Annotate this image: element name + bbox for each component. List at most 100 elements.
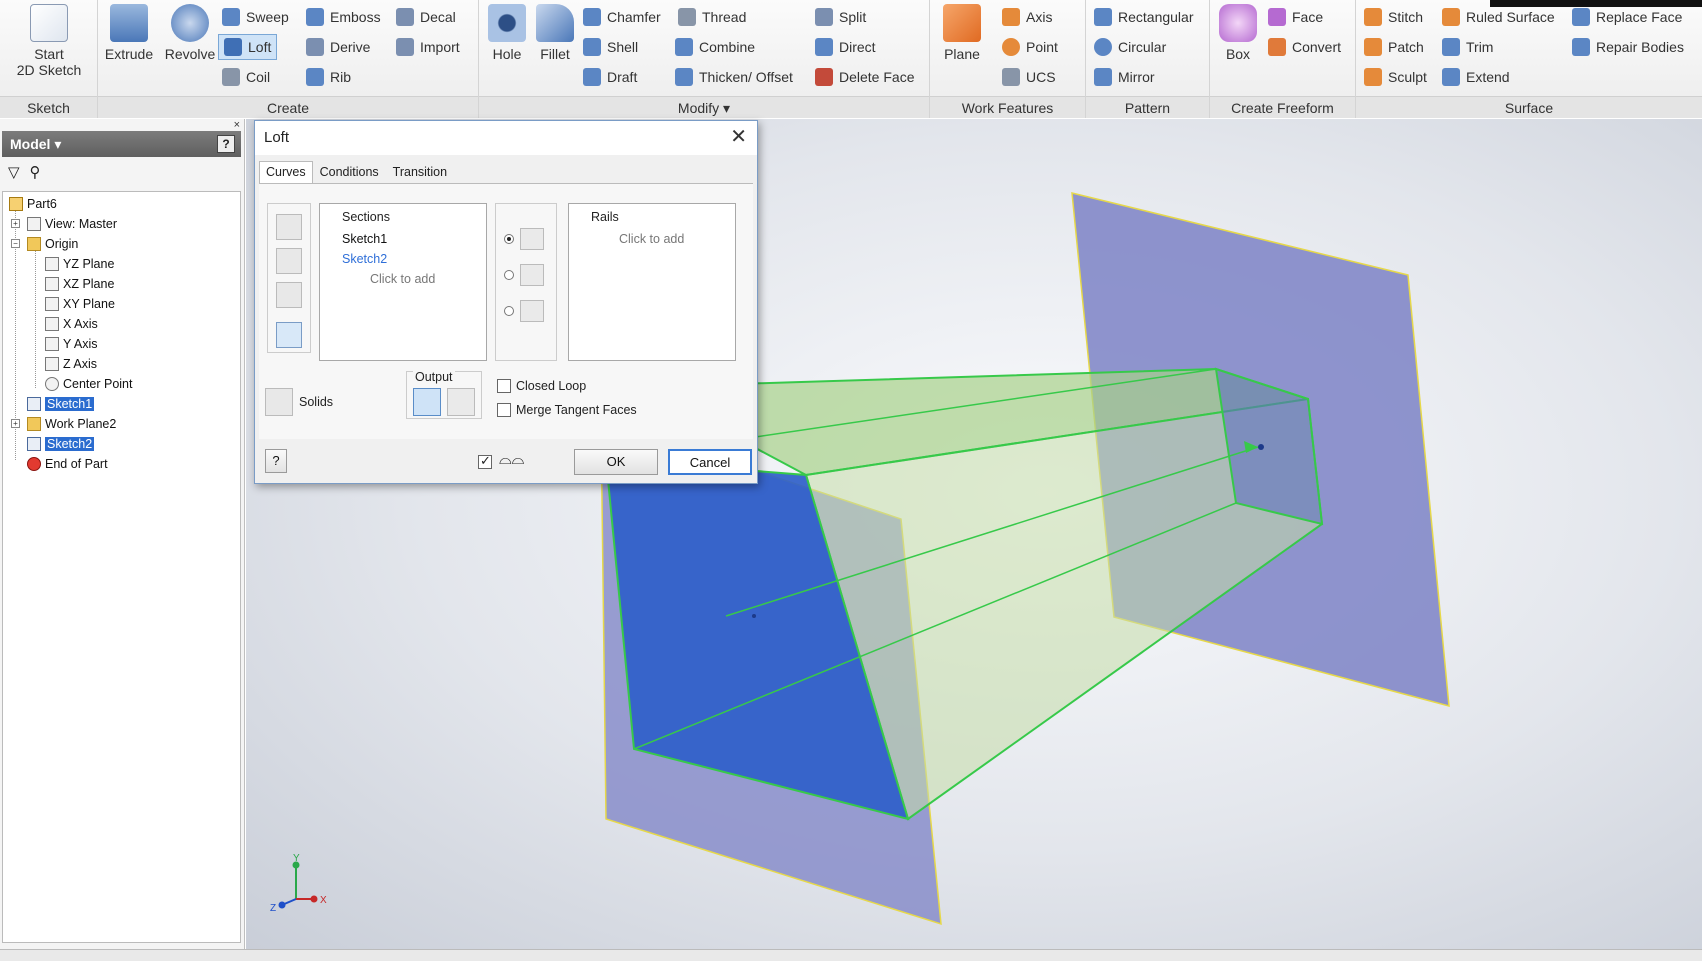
- sweep-button[interactable]: Sweep: [222, 4, 289, 30]
- tree-node-sketch2[interactable]: Sketch2: [27, 434, 95, 453]
- tree-node-part[interactable]: Part6: [9, 194, 57, 213]
- tree-node-view-master[interactable]: View: Master: [27, 214, 117, 233]
- hole-button[interactable]: Hole: [485, 4, 529, 62]
- browser-help-icon[interactable]: ?: [217, 135, 235, 153]
- rails-radio[interactable]: [504, 234, 514, 244]
- tab-conditions[interactable]: Conditions: [313, 161, 386, 183]
- tree-node-sketch1[interactable]: Sketch1: [27, 394, 95, 413]
- centroid-point: [1258, 444, 1264, 450]
- revolve-button[interactable]: Revolve: [160, 4, 220, 62]
- draft-button[interactable]: Draft: [583, 64, 637, 90]
- tree-node-z-axis[interactable]: Z Axis: [45, 354, 97, 373]
- box-button[interactable]: Box: [1216, 4, 1260, 62]
- trim-button[interactable]: Trim: [1442, 34, 1493, 60]
- tree-node-y-axis[interactable]: Y Axis: [45, 334, 98, 353]
- cancel-button[interactable]: Cancel: [668, 449, 752, 475]
- thicken-offset-button[interactable]: Thicken/ Offset: [675, 64, 793, 90]
- rails-click-to-add[interactable]: Click to add: [619, 232, 684, 246]
- start-2d-sketch-button[interactable]: Start 2D Sketch: [8, 4, 90, 78]
- group-label-modify[interactable]: Modify ▾: [479, 96, 929, 118]
- combine-button[interactable]: Combine: [675, 34, 755, 60]
- axis-button[interactable]: Axis: [1002, 4, 1052, 30]
- plane-icon: [45, 276, 59, 291]
- output-solid-icon[interactable]: [413, 388, 441, 416]
- tree-node-origin[interactable]: Origin: [27, 234, 78, 253]
- output-label: Output: [413, 370, 455, 384]
- point-button[interactable]: Point: [1002, 34, 1058, 60]
- fillet-button[interactable]: Fillet: [533, 4, 577, 62]
- face-button[interactable]: Face: [1268, 4, 1323, 30]
- draft-icon: [583, 68, 601, 86]
- tab-transition[interactable]: Transition: [386, 161, 454, 183]
- extend-button[interactable]: Extend: [1442, 64, 1510, 90]
- browser-close-icon[interactable]: ×: [234, 119, 240, 131]
- loft-button[interactable]: Loft: [218, 34, 278, 60]
- help-button[interactable]: ?: [265, 449, 287, 473]
- expand-view-icon[interactable]: +: [11, 219, 20, 228]
- patch-button[interactable]: Patch: [1364, 34, 1424, 60]
- sketch-icon: [30, 4, 68, 42]
- tree-node-yz-plane[interactable]: YZ Plane: [45, 254, 114, 273]
- remove-section-icon[interactable]: [276, 282, 302, 308]
- browser-title[interactable]: Model ▾ ?: [2, 131, 241, 157]
- derive-button[interactable]: Derive: [306, 34, 370, 60]
- circular-pattern-button[interactable]: Circular: [1094, 34, 1166, 60]
- thread-button[interactable]: Thread: [678, 4, 746, 30]
- output-surface-icon[interactable]: [447, 388, 475, 416]
- select-section-icon[interactable]: [276, 322, 302, 348]
- find-icon[interactable]: ⚲: [30, 163, 41, 181]
- hole-icon: [488, 4, 526, 42]
- decal-button[interactable]: Decal: [396, 4, 456, 30]
- filter-icon[interactable]: ▽: [8, 163, 20, 181]
- closed-loop-checkbox[interactable]: [497, 379, 511, 393]
- tree-node-work-plane2[interactable]: Work Plane2: [27, 414, 116, 433]
- ucs-button[interactable]: UCS: [1002, 64, 1056, 90]
- browser-toolbar: ▽ ⚲: [2, 159, 241, 185]
- tree-node-center-point[interactable]: Center Point: [45, 374, 132, 393]
- area-loft-radio[interactable]: [504, 306, 514, 316]
- ok-button[interactable]: OK: [574, 449, 658, 475]
- sketch-icon: [27, 436, 41, 451]
- delete-face-button[interactable]: Delete Face: [815, 64, 914, 90]
- section-item-sketch2[interactable]: Sketch2: [342, 252, 387, 266]
- coil-button[interactable]: Coil: [222, 64, 270, 90]
- extrude-button[interactable]: Extrude: [104, 4, 154, 62]
- tree-node-x-axis[interactable]: X Axis: [45, 314, 98, 333]
- mirror-button[interactable]: Mirror: [1094, 64, 1155, 90]
- tab-curves[interactable]: Curves: [259, 161, 313, 183]
- sections-click-to-add[interactable]: Click to add: [370, 272, 435, 286]
- tree-node-xy-plane[interactable]: XY Plane: [45, 294, 115, 313]
- rib-button[interactable]: Rib: [306, 64, 351, 90]
- axis-icon: [45, 316, 59, 331]
- section-item-sketch1[interactable]: Sketch1: [342, 232, 387, 246]
- solids-select-icon[interactable]: [265, 388, 293, 416]
- chamfer-button[interactable]: Chamfer: [583, 4, 661, 30]
- tree-node-end-of-part[interactable]: End of Part: [27, 454, 108, 473]
- direct-button[interactable]: Direct: [815, 34, 876, 60]
- part-icon: [9, 196, 23, 211]
- stitch-button[interactable]: Stitch: [1364, 4, 1423, 30]
- collapse-origin-icon[interactable]: −: [11, 239, 20, 248]
- tree-node-xz-plane[interactable]: XZ Plane: [45, 274, 114, 293]
- sculpt-button[interactable]: Sculpt: [1364, 64, 1427, 90]
- preview-checkbox[interactable]: [478, 453, 492, 469]
- sections-list[interactable]: Sections Sketch1 Sketch2 Click to add: [319, 203, 487, 361]
- import-button[interactable]: Import: [396, 34, 460, 60]
- shell-button[interactable]: Shell: [583, 34, 638, 60]
- repair-bodies-button[interactable]: Repair Bodies: [1572, 34, 1684, 60]
- expand-work-plane-icon[interactable]: +: [11, 419, 20, 428]
- move-down-icon[interactable]: [276, 248, 302, 274]
- plane-button[interactable]: Plane: [938, 4, 986, 62]
- centerline-radio[interactable]: [504, 270, 514, 280]
- move-up-icon[interactable]: [276, 214, 302, 240]
- ruled-surface-button[interactable]: Ruled Surface: [1442, 4, 1555, 30]
- rectangular-pattern-button[interactable]: Rectangular: [1094, 4, 1194, 30]
- convert-button[interactable]: Convert: [1268, 34, 1341, 60]
- rails-list[interactable]: Rails Click to add: [568, 203, 736, 361]
- emboss-button[interactable]: Emboss: [306, 4, 381, 30]
- merge-tangent-checkbox[interactable]: [497, 403, 511, 417]
- replace-face-button[interactable]: Replace Face: [1572, 4, 1682, 30]
- split-button[interactable]: Split: [815, 4, 866, 30]
- close-icon[interactable]: ✕: [730, 125, 747, 149]
- circular-pattern-icon: [1094, 38, 1112, 56]
